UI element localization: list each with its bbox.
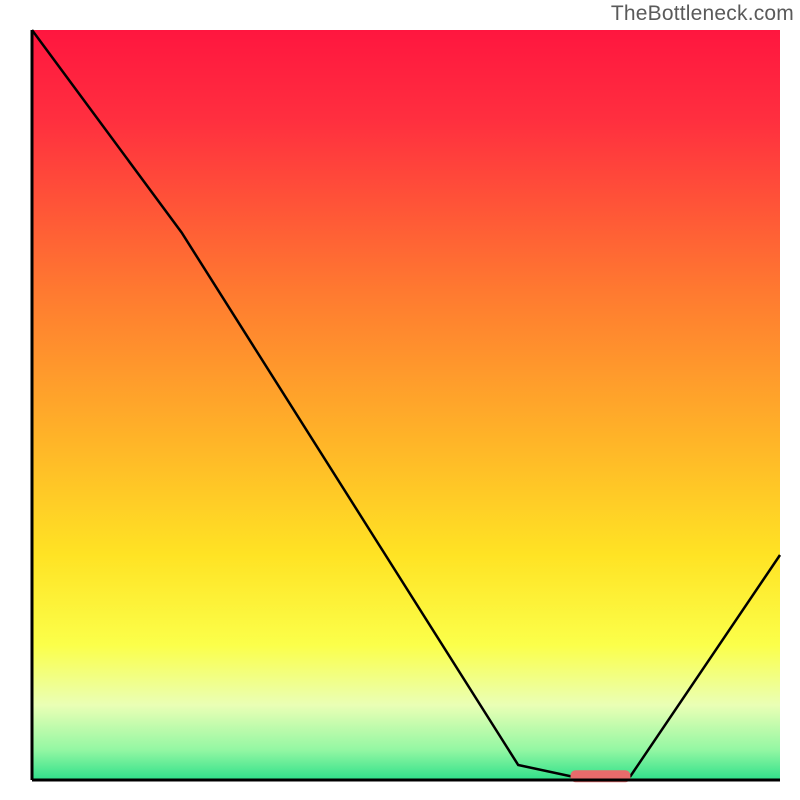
chart-canvas: TheBottleneck.com: [0, 0, 800, 800]
gradient-background: [32, 30, 780, 780]
bottleneck-chart-svg: [0, 0, 800, 800]
